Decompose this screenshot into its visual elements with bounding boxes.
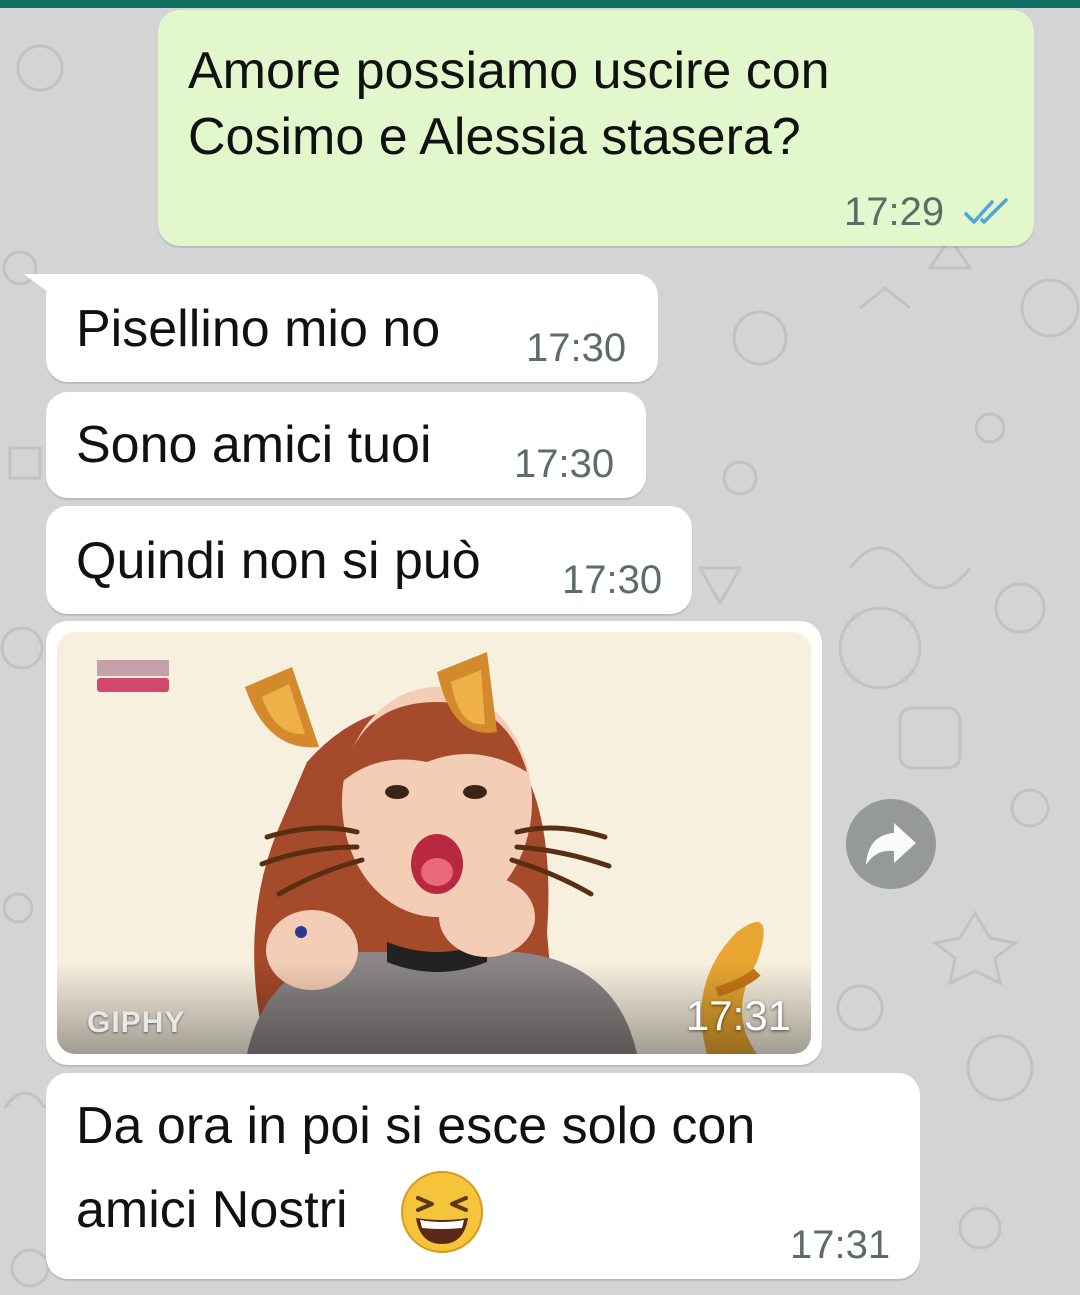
- message-bubble-incoming[interactable]: Pisellino mio no 17:30: [46, 274, 658, 382]
- double-check-icon: [964, 198, 1008, 224]
- message-bubble-outgoing[interactable]: Amore possiamo uscire con Cosimo e Aless…: [158, 10, 1034, 246]
- message-timestamp: 17:29: [844, 190, 945, 234]
- giphy-label: GIPHY: [87, 1006, 186, 1039]
- message-timestamp: 17:31: [685, 992, 791, 1039]
- message-text: Pisellino mio no: [76, 300, 441, 358]
- gif-preview[interactable]: GIPHY 17:31: [57, 632, 811, 1054]
- message-timestamp: 17:31: [790, 1223, 891, 1267]
- grinning-squinting-face-icon: [401, 1171, 483, 1253]
- gif-cat-girl-image: [57, 632, 811, 1054]
- message-bubble-incoming[interactable]: Quindi non si può 17:30: [46, 506, 692, 614]
- message-timestamp: 17:30: [526, 326, 627, 370]
- app-header-edge: [0, 0, 1080, 8]
- forward-arrow-icon: [866, 823, 916, 865]
- message-text: Sono amici tuoi: [76, 416, 432, 474]
- message-timestamp: 17:30: [562, 558, 663, 602]
- message-text-line: Da ora in poi si esce solo con: [76, 1097, 756, 1155]
- message-text-line: Amore possiamo uscire con: [188, 42, 830, 100]
- message-text-line: amici Nostri: [76, 1181, 348, 1239]
- message-timestamp: 17:30: [514, 442, 615, 486]
- message-bubble-incoming[interactable]: Sono amici tuoi 17:30: [46, 392, 646, 498]
- message-text-line: Cosimo e Alessia stasera?: [188, 108, 801, 166]
- forward-button[interactable]: [846, 799, 936, 889]
- message-text: Quindi non si può: [76, 532, 481, 590]
